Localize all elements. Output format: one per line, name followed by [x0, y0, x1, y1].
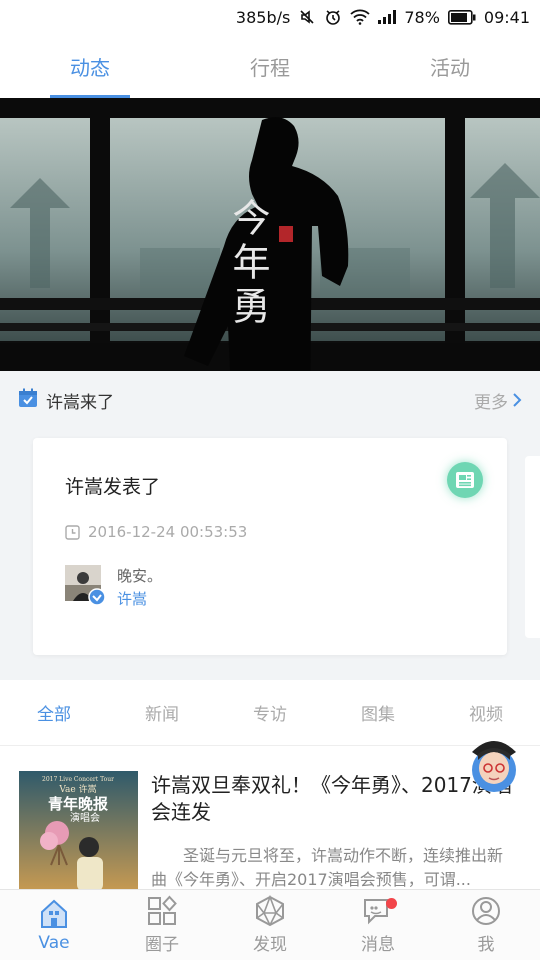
status-bar: 385b/s 78% 09:41: [0, 0, 540, 34]
article-badge-icon: [447, 462, 483, 498]
nav-vae[interactable]: Vae: [0, 890, 108, 960]
nav-messages[interactable]: 消息: [324, 890, 432, 960]
category-tab-news[interactable]: 新闻: [108, 680, 216, 745]
tab-schedule[interactable]: 行程: [180, 34, 360, 98]
feed-card-title: 许嵩发表了: [65, 476, 161, 498]
battery-icon: [447, 9, 476, 25]
article-thumbnail: 2017 Live Concert Tour Vae 许嵩 青年晚报 演唱会: [19, 771, 138, 889]
person-icon: [472, 897, 500, 925]
chevron-right-icon: [513, 393, 522, 407]
nav-messages-label: 消息: [361, 935, 395, 955]
category-tab-gallery[interactable]: 图集: [324, 680, 432, 745]
calendar-icon: [18, 388, 38, 412]
feed-card[interactable]: 许嵩发表了 2016-12-24 00:53:53 晚安。 许嵩: [33, 438, 507, 655]
banner-carousel[interactable]: 今年勇: [0, 98, 540, 371]
nav-circle-label: 圈子: [145, 935, 179, 955]
house-icon: [41, 899, 67, 928]
tab-events[interactable]: 活动: [360, 34, 540, 98]
alarm-icon: [324, 8, 342, 26]
nav-discover[interactable]: 发现: [216, 890, 324, 960]
notification-dot: [386, 898, 397, 909]
article-list-item[interactable]: 2017 Live Concert Tour Vae 许嵩 青年晚报 演唱会 许…: [0, 746, 540, 889]
banner-art-text: 今年勇: [226, 198, 270, 330]
nav-circle[interactable]: 圈子: [108, 890, 216, 960]
wifi-icon: [350, 9, 370, 25]
author-avatar[interactable]: [65, 565, 106, 606]
next-card-peek[interactable]: [525, 456, 540, 638]
floating-avatar-button[interactable]: [466, 730, 522, 794]
clock: 09:41: [483, 7, 530, 27]
top-tab-bar: 动态 行程 活动: [0, 34, 540, 98]
nav-vae-label: Vae: [38, 932, 70, 953]
feed-card-timestamp: 2016-12-24 00:53:53: [88, 523, 248, 541]
poster-sub-text: 演唱会: [70, 811, 100, 824]
bottom-nav-bar: Vae 圈子 发现 消息 我: [0, 889, 540, 960]
feed-section-header: 许嵩来了 更多: [0, 371, 540, 429]
polyhedron-icon: [256, 895, 284, 927]
grid-icon: [148, 895, 177, 925]
nav-discover-label: 发现: [253, 935, 287, 955]
feed-card-message: 晚安。: [117, 567, 163, 585]
poster-tour-text: 2017 Live Concert Tour: [42, 776, 114, 783]
nav-me-label: 我: [477, 935, 495, 955]
nav-me[interactable]: 我: [432, 890, 540, 960]
more-button[interactable]: 更多: [474, 388, 522, 413]
feed-section: 许嵩来了 更多 许嵩发表了 2016-12-24 00:53:53 晚安。 许嵩: [0, 371, 540, 680]
clock-icon: [65, 524, 80, 540]
tab-dynamics[interactable]: 动态: [0, 34, 180, 98]
feed-section-title: 许嵩来了: [46, 392, 114, 413]
feed-card-time: 2016-12-24 00:53:53: [65, 523, 247, 541]
mute-icon: [298, 8, 316, 26]
category-tab-all[interactable]: 全部: [0, 680, 108, 745]
network-speed: 385b/s: [235, 7, 291, 27]
category-tab-interview[interactable]: 专访: [216, 680, 324, 745]
category-tab-bar: 全部 新闻 专访 图集 视频: [0, 680, 540, 746]
poster-brand-text: Vae 许嵩: [58, 783, 96, 795]
signal-icon: [378, 10, 397, 24]
banner-image: 今年勇: [0, 98, 540, 371]
battery-level: 78%: [404, 7, 440, 27]
poster-name-text: 青年晚报: [48, 795, 108, 813]
article-summary: 圣诞与元旦将至，许嵩动作不断，连续推出新曲《今年勇》、开启2017演唱会预售，可…: [151, 846, 504, 889]
more-label: 更多: [474, 392, 508, 413]
feed-card-author[interactable]: 许嵩: [117, 588, 147, 609]
